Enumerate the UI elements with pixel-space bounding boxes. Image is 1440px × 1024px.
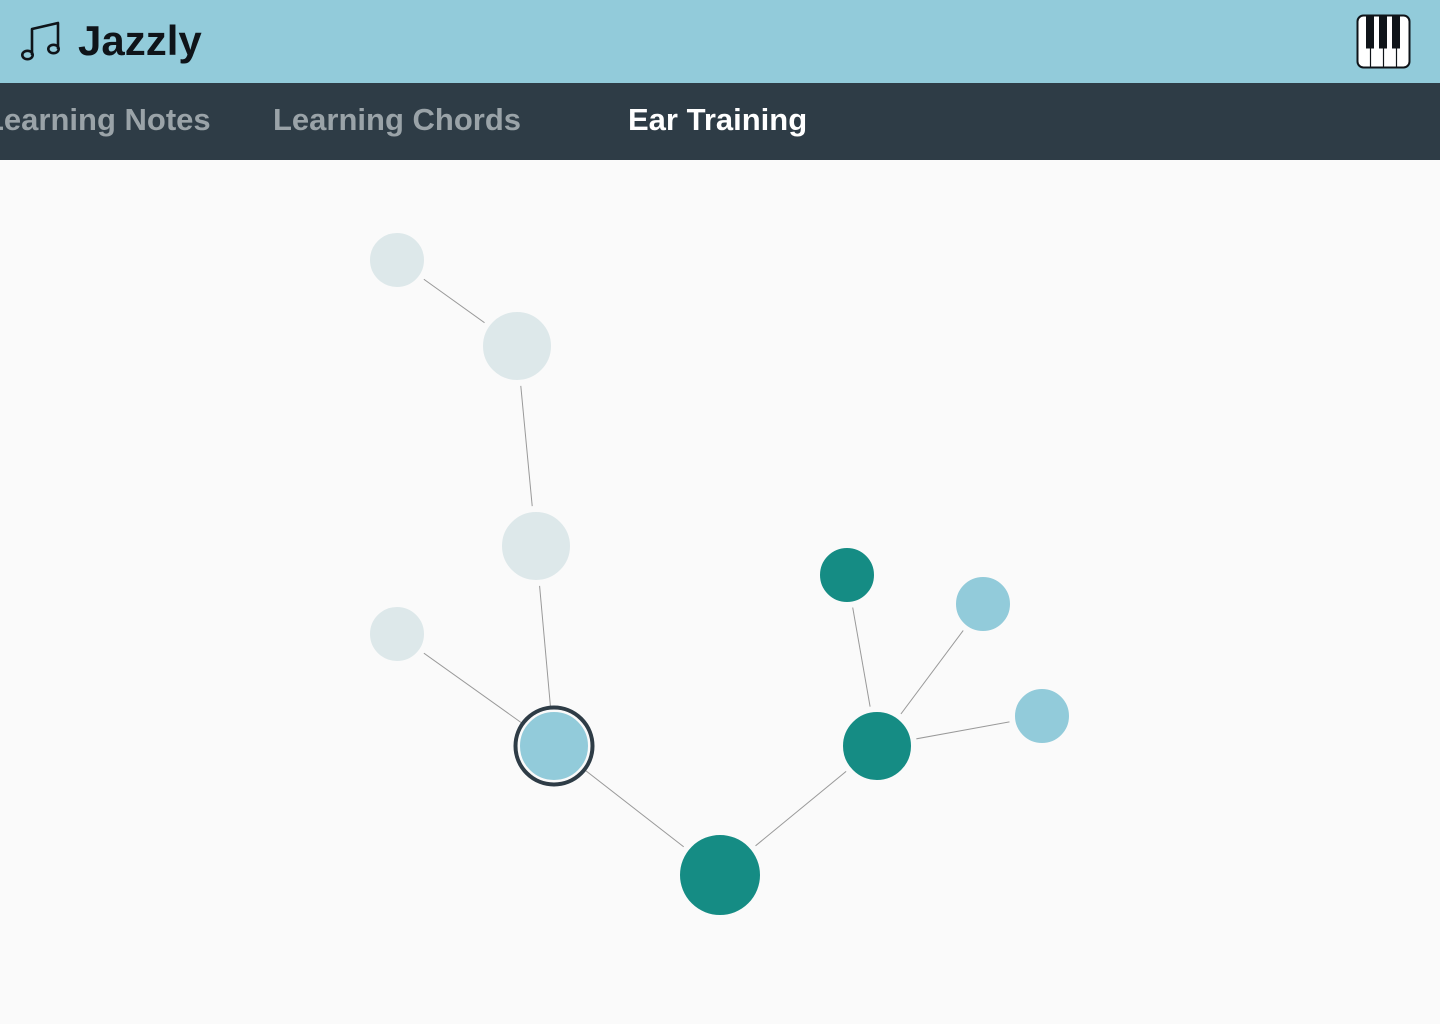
skill-node-left-top-leaf[interactable] [364, 227, 430, 293]
skill-node-right-upper[interactable] [950, 571, 1016, 637]
tab-ear-training[interactable]: Ear Training [628, 83, 807, 160]
app-title: Jazzly [78, 17, 202, 64]
skill-node-root[interactable] [674, 829, 766, 921]
top-bar: Jazzly [0, 0, 1440, 83]
tab-learning-chords[interactable]: Learning Chords [273, 83, 521, 160]
skill-node-right-top[interactable] [814, 542, 880, 608]
app-root: Jazzly Learning Notes Learning Chords Ea… [0, 0, 1440, 1024]
tab-learning-notes[interactable]: Learning Notes [0, 83, 211, 160]
skill-node-left-top[interactable] [477, 306, 557, 386]
main-tabs: Learning Notes Learning Chords Ear Train… [0, 83, 1440, 160]
skill-node-right-branch[interactable] [837, 706, 917, 786]
piano-button[interactable] [1356, 14, 1411, 69]
skill-node-left-upper[interactable] [496, 506, 576, 586]
skill-tree-graph [364, 227, 1075, 921]
brand[interactable]: Jazzly [20, 16, 202, 66]
music-notes-icon [20, 19, 64, 63]
skill-tree-canvas [0, 160, 1440, 1024]
skill-node-right-side[interactable] [1009, 683, 1075, 749]
piano-keys-icon [1356, 14, 1411, 69]
skill-node-left-side[interactable] [364, 601, 430, 667]
